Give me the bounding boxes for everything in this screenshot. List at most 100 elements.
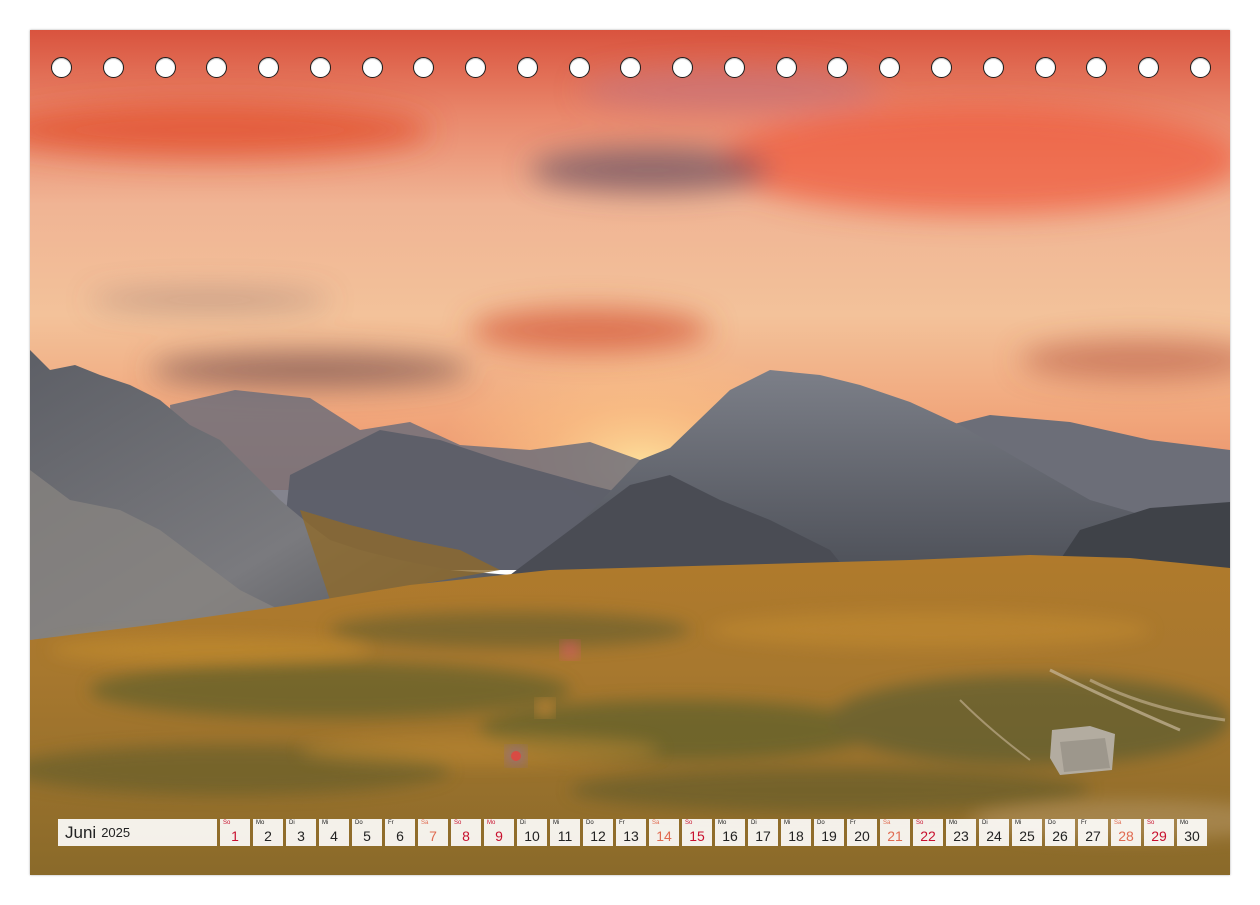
binding-hole (1034, 56, 1056, 78)
day-cell: Sa 28 (1111, 819, 1141, 846)
day-weekday: Fr (850, 820, 856, 826)
day-cell: So 22 (913, 819, 943, 846)
day-cell: Fr 6 (385, 819, 415, 846)
day-cell: Do 19 (814, 819, 844, 846)
day-number: 26 (1052, 828, 1068, 844)
day-number: 12 (590, 828, 606, 844)
day-weekday: So (1147, 820, 1155, 826)
binding-hole (879, 56, 901, 78)
day-weekday: So (223, 820, 231, 826)
day-number: 13 (623, 828, 639, 844)
day-cell: Mi 25 (1012, 819, 1042, 846)
day-cell: Mo 16 (715, 819, 745, 846)
day-weekday: So (916, 820, 924, 826)
day-number: 9 (495, 828, 503, 844)
day-weekday: Do (817, 820, 825, 826)
day-weekday: Di (520, 820, 526, 826)
binding-hole (309, 56, 331, 78)
day-cell: Mi 4 (319, 819, 349, 846)
day-weekday: Mo (487, 820, 496, 826)
day-cell: So 8 (451, 819, 481, 846)
binding-hole (102, 56, 124, 78)
day-number: 3 (297, 828, 305, 844)
day-cell: Di 17 (748, 819, 778, 846)
binding-hole (1189, 56, 1211, 78)
day-number: 19 (821, 828, 837, 844)
day-number: 15 (689, 828, 705, 844)
day-number: 2 (264, 828, 272, 844)
binding-hole (361, 56, 383, 78)
day-cell: Fr 20 (847, 819, 877, 846)
day-cell: Mo 30 (1177, 819, 1207, 846)
day-weekday: Mo (256, 820, 265, 826)
day-number: 20 (854, 828, 870, 844)
mountain-landscape-sunset-photo (30, 30, 1230, 875)
day-cell: Do 26 (1045, 819, 1075, 846)
binding-hole (672, 56, 694, 78)
day-weekday: Do (1048, 820, 1056, 826)
day-number: 25 (1019, 828, 1035, 844)
binding-hole (1086, 56, 1108, 78)
binding-hole (1138, 56, 1160, 78)
binding-hole (258, 56, 280, 78)
day-number: 4 (330, 828, 338, 844)
binding-hole (568, 56, 590, 78)
binding-hole (516, 56, 538, 78)
day-weekday: So (454, 820, 462, 826)
day-number: 21 (887, 828, 903, 844)
day-number: 22 (920, 828, 936, 844)
day-cell: Di 10 (517, 819, 547, 846)
day-weekday: Mi (784, 820, 791, 826)
day-weekday: Sa (652, 820, 660, 826)
day-weekday: Mi (322, 820, 329, 826)
day-number: 7 (429, 828, 437, 844)
day-cell: Sa 14 (649, 819, 679, 846)
day-cell: Mi 11 (550, 819, 580, 846)
binding-hole (723, 56, 745, 78)
day-weekday: Mi (1015, 820, 1022, 826)
calendar-strip: Juni 2025 So 1 Mo 2 Di 3 Mi 4 Do 5 Fr 6 Sa 7 So 8 Mo 9 Di 1… (58, 819, 1207, 846)
day-number: 14 (656, 828, 672, 844)
binding-hole (931, 56, 953, 78)
day-cell: So 1 (220, 819, 250, 846)
day-number: 1 (231, 828, 239, 844)
day-weekday: Do (586, 820, 594, 826)
day-cell: Fr 13 (616, 819, 646, 846)
calendar-page: Juni 2025 So 1 Mo 2 Di 3 Mi 4 Do 5 Fr 6 Sa 7 So 8 Mo 9 Di 1… (30, 30, 1230, 875)
day-weekday: Mi (553, 820, 560, 826)
day-number: 10 (524, 828, 540, 844)
day-cell: Mo 9 (484, 819, 514, 846)
day-weekday: Mo (718, 820, 727, 826)
day-weekday: Do (355, 820, 363, 826)
binding-hole (154, 56, 176, 78)
day-weekday: Fr (619, 820, 625, 826)
day-weekday: Mo (949, 820, 958, 826)
binding-hole (620, 56, 642, 78)
day-number: 23 (953, 828, 969, 844)
day-number: 30 (1184, 828, 1200, 844)
day-weekday: So (685, 820, 693, 826)
month-year: 2025 (101, 825, 131, 840)
day-cell: So 29 (1144, 819, 1174, 846)
binding-hole (51, 56, 72, 78)
day-weekday: Sa (1114, 820, 1122, 826)
day-weekday: Fr (1081, 820, 1087, 826)
month-name: Juni (65, 822, 97, 842)
day-number: 24 (986, 828, 1002, 844)
day-weekday: Sa (883, 820, 891, 826)
day-number: 5 (363, 828, 371, 844)
day-number: 11 (557, 828, 573, 844)
day-number: 17 (755, 828, 771, 844)
day-cell: Sa 21 (880, 819, 910, 846)
day-cell: Mo 2 (253, 819, 283, 846)
day-number: 29 (1151, 828, 1167, 844)
day-cell: Do 12 (583, 819, 613, 846)
day-cell: Fr 27 (1078, 819, 1108, 846)
binding-hole (465, 56, 487, 78)
day-cell: Di 3 (286, 819, 316, 846)
day-number: 8 (462, 828, 470, 844)
binding-holes (51, 55, 1211, 79)
day-number: 6 (396, 828, 404, 844)
day-number: 18 (788, 828, 804, 844)
binding-hole (206, 56, 228, 78)
